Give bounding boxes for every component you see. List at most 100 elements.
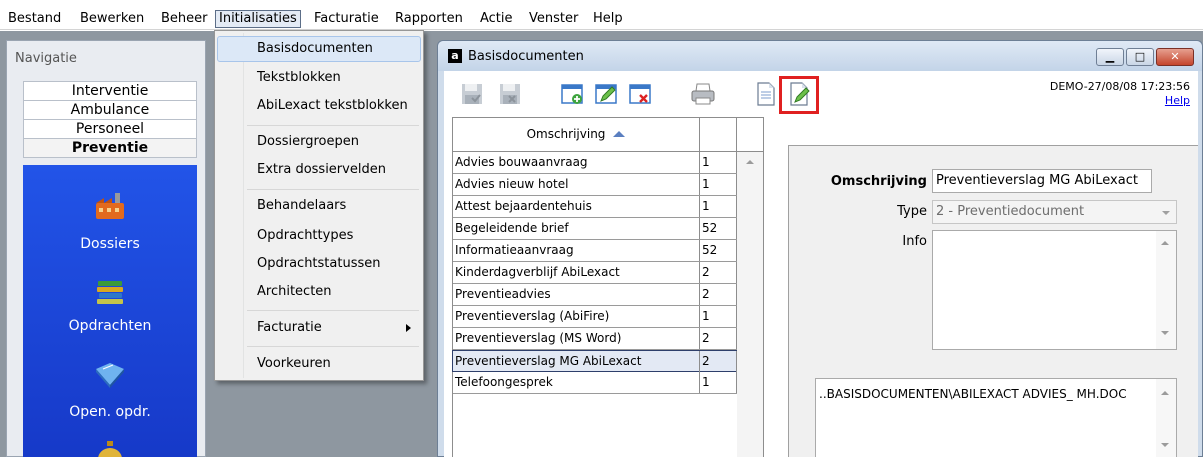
window-body: DEMO-27/08/08 17:23:56 Help Omschrijving…	[444, 71, 1198, 457]
scroll-up-icon[interactable]	[1161, 241, 1169, 245]
row-omschrijving: Kinderdagverblijf AbiLexact	[453, 262, 700, 283]
nav-category-ambulance[interactable]: Ambulance	[23, 100, 197, 120]
document-icon[interactable]	[753, 81, 779, 107]
nav-category-interventie[interactable]: Interventie	[23, 81, 197, 101]
factory-icon[interactable]	[93, 191, 127, 221]
info-textarea[interactable]	[932, 230, 1177, 350]
menu-separator	[247, 346, 419, 347]
type-label: Type	[897, 204, 927, 219]
menu-item-opdrachttypes[interactable]: Opdrachttypes	[217, 223, 421, 249]
save-icon[interactable]	[459, 81, 485, 107]
delete-record-icon[interactable]	[627, 81, 653, 107]
menu-actie[interactable]: Actie	[478, 11, 515, 29]
menu-bewerken[interactable]: Bewerken	[78, 11, 146, 29]
table-row[interactable]: Advies bouwaanvraag 1	[453, 152, 737, 174]
money-bag-icon[interactable]	[93, 439, 127, 457]
print-icon[interactable]	[690, 81, 716, 107]
minimize-button[interactable]: ▁	[1096, 48, 1124, 66]
type-select[interactable]: 2 - Preventiedocument	[932, 200, 1177, 224]
menu-help[interactable]: Help	[591, 11, 625, 29]
row-count: 1	[700, 152, 737, 173]
row-count: 52	[700, 240, 737, 261]
menu-item-facturatie[interactable]: Facturatie	[217, 315, 421, 341]
menu-separator	[247, 189, 419, 190]
table-row[interactable]: Advies nieuw hotel 1	[453, 174, 737, 196]
info-scrollbar[interactable]	[1156, 231, 1176, 349]
menu-item-extra-dossiervelden[interactable]: Extra dossiervelden	[217, 157, 421, 183]
nav-category-personeel[interactable]: Personeel	[23, 119, 197, 139]
document-path-field[interactable]: ..BASISDOCUMENTEN\ABILEXACT ADVIES_ MH.D…	[815, 378, 1177, 457]
nav-module-opdrachten[interactable]: Opdrachten	[23, 318, 197, 334]
maximize-button[interactable]: □	[1126, 48, 1154, 66]
navigation-panel: Navigatie Interventie Ambulance Personee…	[6, 40, 206, 457]
open-book-icon[interactable]	[93, 359, 127, 389]
edit-document-icon[interactable]	[786, 81, 812, 107]
minimize-icon: ▁	[1105, 50, 1115, 63]
row-count: 2	[700, 351, 737, 372]
table-row[interactable]: Preventieverslag (MS Word) 2	[453, 328, 737, 350]
nav-module-open-opdr[interactable]: Open. opdr.	[23, 404, 197, 420]
menu-venster[interactable]: Venster	[527, 11, 580, 29]
table-row[interactable]: Kinderdagverblijf AbiLexact 2	[453, 262, 737, 284]
table-row[interactable]: Begeleidende brief 52	[453, 218, 737, 240]
row-omschrijving: Begeleidende brief	[453, 218, 700, 239]
menu-item-architecten[interactable]: Architecten	[217, 279, 421, 305]
row-omschrijving: Preventieadvies	[453, 284, 700, 305]
menu-separator	[247, 310, 419, 311]
menu-item-basisdocumenten[interactable]: Basisdocumenten	[217, 36, 421, 62]
table-row[interactable]: Preventieverslag (AbiFire) 1	[453, 306, 737, 328]
menu-facturatie[interactable]: Facturatie	[312, 11, 381, 29]
nav-module-panel: Dossiers Opdrachten Open. opdr.	[23, 165, 197, 457]
nav-category-preventie[interactable]: Preventie	[23, 138, 197, 158]
table-row[interactable]: Informatieaanvraag 52	[453, 240, 737, 262]
row-count: 52	[700, 218, 737, 239]
path-scrollbar[interactable]	[1156, 379, 1176, 457]
submenu-arrow-icon	[406, 324, 411, 332]
table-row[interactable]: Preventieadvies 2	[453, 284, 737, 306]
app-logo-icon: a	[448, 49, 462, 63]
row-count: 1	[700, 196, 737, 217]
edit-record-icon[interactable]	[593, 81, 619, 107]
menu-initialisaties[interactable]: Initialisaties	[215, 10, 301, 28]
omschrijving-field[interactable]: Preventieverslag MG AbiLexact	[932, 169, 1152, 193]
row-omschrijving: Telefoongesprek	[453, 372, 700, 393]
window-titlebar[interactable]: a Basisdocumenten ▁ □ ✕	[438, 41, 1202, 71]
menu-bestand[interactable]: Bestand	[6, 11, 63, 29]
close-icon: ✕	[1170, 50, 1180, 63]
scroll-down-icon[interactable]	[1161, 443, 1169, 447]
save-close-icon[interactable]	[497, 81, 523, 107]
menu-beheer[interactable]: Beheer	[159, 11, 210, 29]
navigation-title: Navigatie	[15, 51, 77, 66]
type-select-value: 2 - Preventiedocument	[936, 204, 1085, 219]
scroll-down-icon[interactable]	[1161, 331, 1169, 335]
detail-form: Omschrijving Preventieverslag MG AbiLexa…	[788, 145, 1198, 457]
window-title: Basisdocumenten	[468, 49, 584, 64]
table-row[interactable]: Preventieverslag MG AbiLexact 2	[452, 350, 738, 372]
scroll-up-icon[interactable]	[1161, 391, 1169, 395]
new-record-icon[interactable]	[559, 81, 585, 107]
menu-rapporten[interactable]: Rapporten	[393, 11, 465, 29]
table-row[interactable]: Telefoongesprek 1	[453, 372, 737, 394]
document-path: ..BASISDOCUMENTEN\ABILEXACT ADVIES_ MH.D…	[819, 387, 1127, 401]
column-header-count[interactable]	[700, 118, 737, 151]
menu-item-tekstblokken[interactable]: Tekstblokken	[217, 65, 421, 91]
toolbar: DEMO-27/08/08 17:23:56 Help	[444, 71, 1198, 117]
menu-item-voorkeuren[interactable]: Voorkeuren	[217, 351, 421, 377]
menu-item-behandelaars[interactable]: Behandelaars	[217, 193, 421, 219]
close-button[interactable]: ✕	[1156, 48, 1194, 66]
menu-item-dossiergroepen[interactable]: Dossiergroepen	[217, 129, 421, 155]
row-omschrijving: Preventieverslag MG AbiLexact	[453, 351, 700, 372]
documents-list: Omschrijving Advies bouwaanvraag 1 Advies …	[452, 117, 764, 457]
menu-item-opdrachtstatussen[interactable]: Opdrachtstatussen	[217, 251, 421, 277]
list-scrollbar[interactable]	[737, 152, 763, 457]
table-row[interactable]: Attest bejaardentehuis 1	[453, 196, 737, 218]
scroll-up-icon[interactable]	[746, 160, 754, 164]
menu-bar: Bestand Bewerken Beheer Initialisaties F…	[0, 0, 1203, 30]
column-header-label: Omschrijving	[526, 127, 606, 141]
info-label: Info	[902, 234, 927, 249]
help-link[interactable]: Help	[1050, 94, 1190, 108]
column-header-omschrijving[interactable]: Omschrijving	[453, 118, 700, 151]
nav-module-dossiers[interactable]: Dossiers	[23, 236, 197, 252]
stacked-books-icon[interactable]	[93, 277, 127, 307]
menu-item-abilexact-tekstblokken[interactable]: AbiLexact tekstblokken	[217, 93, 421, 119]
